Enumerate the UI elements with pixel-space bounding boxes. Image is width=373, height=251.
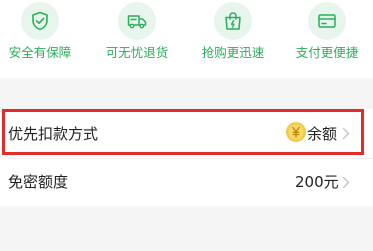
bottom-separator <box>0 206 373 251</box>
feature-label: 抢购更迅速 <box>201 45 265 60</box>
section-separator <box>0 78 373 109</box>
feature-label: 可无忧退货 <box>105 45 169 60</box>
feature-returns: 可无忧退货 <box>97 0 177 78</box>
chevron-right-icon <box>342 176 350 189</box>
quota-value: 200元 <box>295 173 339 191</box>
credit-card-icon <box>308 2 346 40</box>
feature-label: 安全有保障 <box>8 45 72 60</box>
shield-check-icon <box>21 2 59 40</box>
quota-row[interactable]: 免密额度 200元 <box>0 159 373 206</box>
feature-fast-purchase: 抢购更迅速 <box>193 0 273 78</box>
coin-yen-icon <box>286 122 306 142</box>
quota-title: 免密额度 <box>8 173 69 191</box>
payment-method-title: 优先扣款方式 <box>8 125 99 143</box>
shopping-bag-icon <box>214 2 252 40</box>
feature-label: 支付更便捷 <box>295 45 359 60</box>
feature-convenient-payment: 支付更便捷 <box>287 0 367 78</box>
feature-bar: 安全有保障 可无忧退货 抢购更迅速 支付更便捷 <box>0 0 373 78</box>
payment-method-row[interactable]: 优先扣款方式 余额 <box>0 109 373 159</box>
delivery-truck-icon <box>118 2 156 40</box>
feature-security: 安全有保障 <box>0 0 80 78</box>
chevron-right-icon <box>342 127 350 140</box>
payment-method-value: 余额 <box>307 125 338 143</box>
